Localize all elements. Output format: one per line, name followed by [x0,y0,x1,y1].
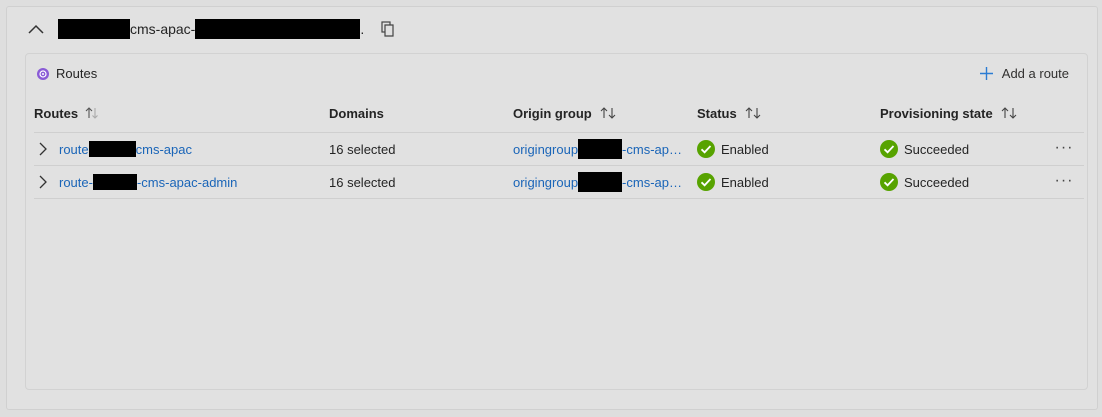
route-name-link[interactable]: route cms-apac [59,133,192,165]
sort-ascending-icon [85,107,99,119]
redacted-block [578,139,623,159]
column-header-status[interactable]: Status [697,94,762,132]
redacted-block [195,19,361,39]
column-header-domains[interactable]: Domains [329,94,384,132]
plus-icon [979,66,994,81]
endpoint-name: cms-apac- . [58,19,364,39]
check-circle-icon [697,173,715,191]
check-circle-icon [880,140,898,158]
routes-card-title: Routes [36,66,97,81]
add-route-label: Add a route [1001,66,1069,81]
sort-icon [599,107,617,119]
routes-card: Routes Add a route Routes Domains Origin… [25,53,1088,390]
endpoint-name-end: . [360,21,365,37]
endpoint-section: cms-apac- . Routes Add a route Routes Do… [6,6,1098,410]
add-route-button[interactable]: Add a route [979,66,1069,81]
domains-cell: 16 selected [329,141,396,157]
endpoint-header: cms-apac- . [25,17,398,41]
check-circle-icon [880,173,898,191]
sort-icon [744,107,762,119]
redacted-block [58,19,130,39]
origin-group-link[interactable]: origingroup -cms-ap… [513,133,682,165]
sort-icon [1000,107,1018,119]
column-header-provisioning-state[interactable]: Provisioning state [880,94,1018,132]
redacted-block [92,174,137,190]
chevron-right-icon[interactable] [34,133,52,165]
origin-group-link[interactable]: origingroup -cms-ap… [513,166,682,198]
redacted-block [578,172,623,192]
copy-icon[interactable] [378,19,398,39]
chevron-up-icon[interactable] [25,18,47,40]
check-circle-icon [697,140,715,158]
table-header: Routes Domains Origin group Status Provi… [34,94,1084,133]
provisioning-cell: Succeeded [880,133,969,165]
column-header-origin-group[interactable]: Origin group [513,94,617,132]
column-header-routes[interactable]: Routes [34,94,99,132]
status-cell: Enabled [697,133,769,165]
domains-cell: 16 selected [329,174,396,190]
route-name-link[interactable]: route- -cms-apac-admin [59,166,237,198]
redacted-block [88,141,136,157]
routes-icon [36,67,50,81]
more-icon[interactable]: ··· [1052,133,1076,163]
status-cell: Enabled [697,166,769,198]
table-row[interactable]: route- -cms-apac-admin 16 selected origi… [34,166,1084,199]
endpoint-name-middle: cms-apac- [130,21,196,37]
routes-table: Routes Domains Origin group Status Provi… [34,94,1084,199]
more-icon[interactable]: ··· [1052,166,1076,196]
table-row[interactable]: route cms-apac 16 selected origingroup -… [34,133,1084,166]
chevron-right-icon[interactable] [34,166,52,198]
provisioning-cell: Succeeded [880,166,969,198]
routes-card-title-text: Routes [56,66,98,81]
